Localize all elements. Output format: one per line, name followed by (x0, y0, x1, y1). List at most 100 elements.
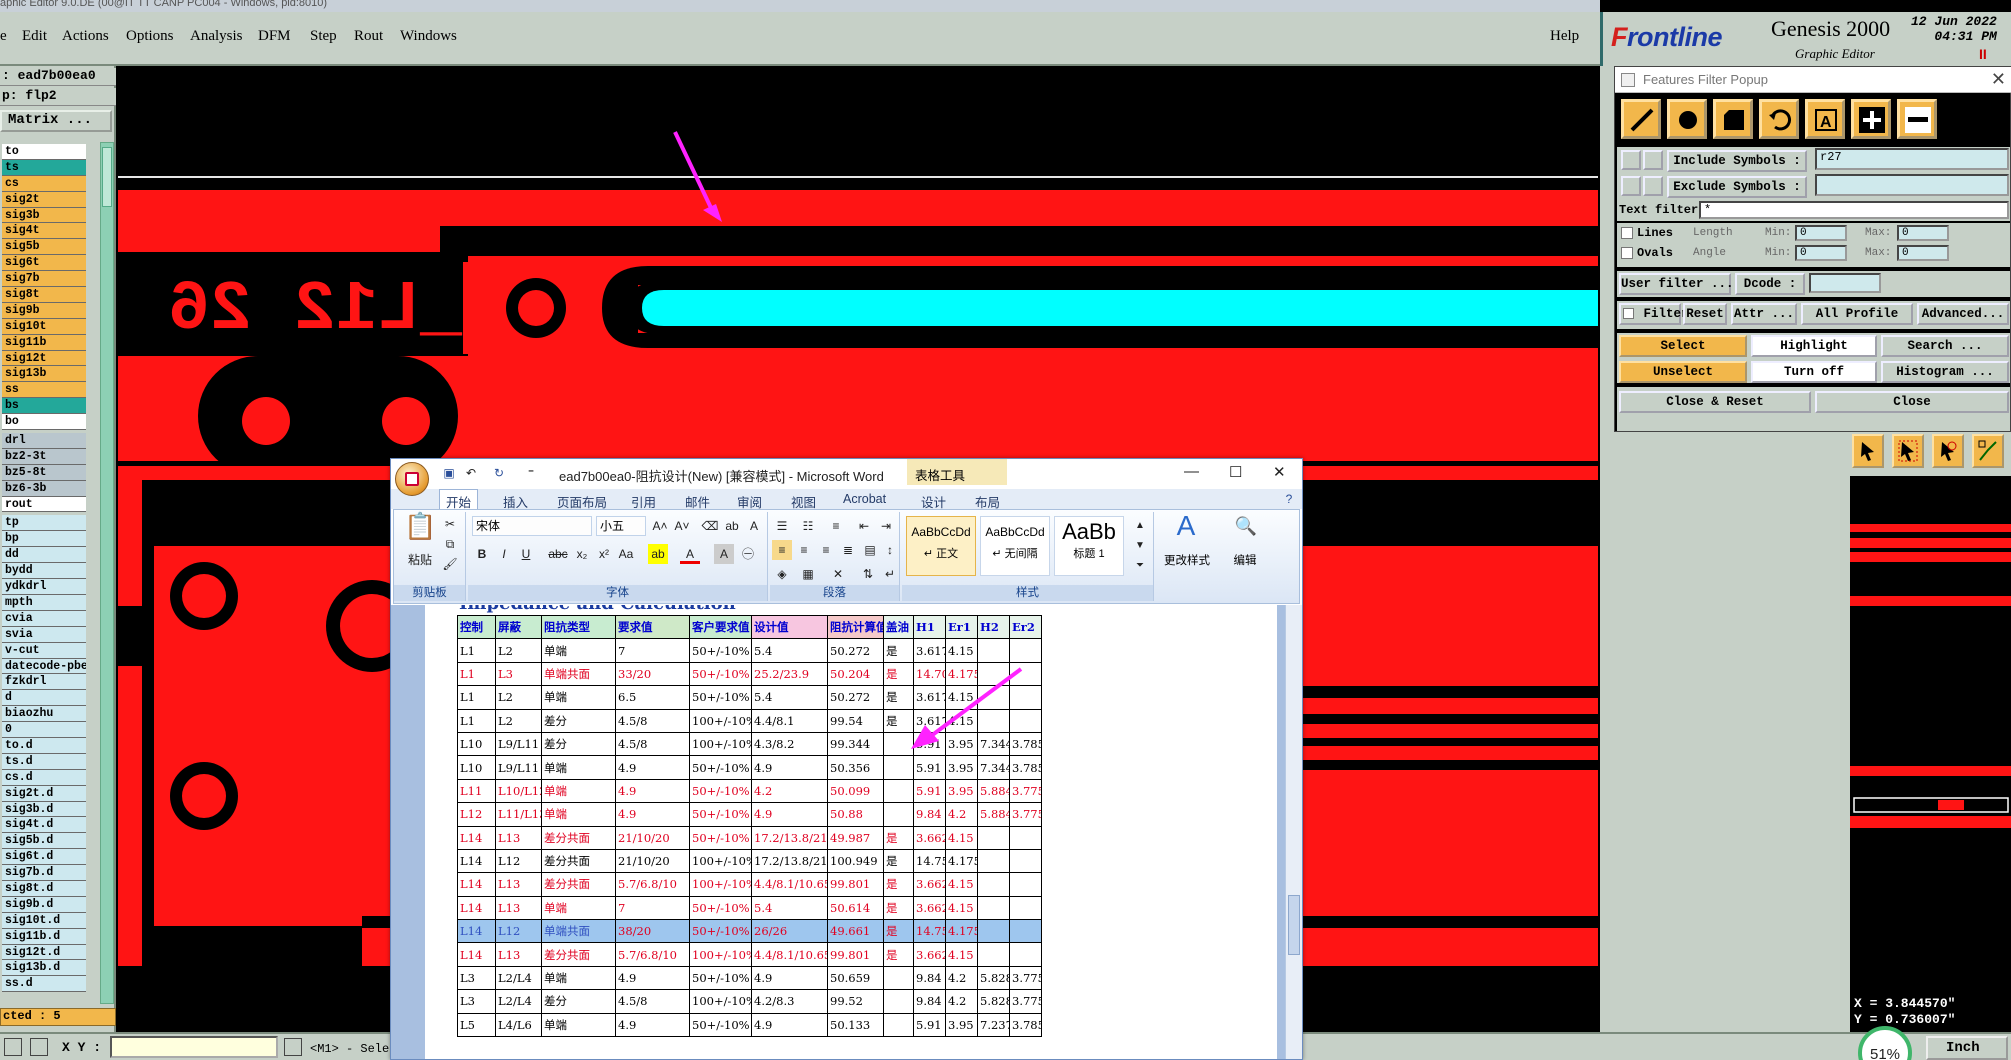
table-cell[interactable]: 50+/-10% (689, 965, 752, 991)
layer-item[interactable]: datecode-pbe (2, 658, 86, 675)
menu-file[interactable]: e (0, 28, 7, 45)
layer-item[interactable]: sig8t (2, 287, 86, 303)
table-cell[interactable]: 50+/-10% (689, 661, 752, 687)
table-cell[interactable] (883, 1012, 914, 1038)
pause-icon[interactable]: II (1979, 46, 1987, 62)
table-cell[interactable] (977, 942, 1010, 967)
table-cell[interactable]: 4.5/8 (615, 731, 690, 757)
table-cell[interactable]: L14 (457, 848, 496, 874)
table-cell[interactable]: L2 (495, 638, 542, 663)
table-row[interactable]: L1L2单端6.550+/-10%5.450.272是3.6174.15 (457, 685, 1042, 710)
table-cell[interactable]: 单端 (541, 802, 616, 827)
table-cell[interactable]: 38/20 (615, 919, 690, 944)
table-cell[interactable]: 3.617 (913, 708, 946, 733)
editing-label[interactable]: 编辑 (1220, 552, 1270, 568)
menu-actions[interactable]: Actions (62, 28, 109, 45)
layer-item[interactable]: bz5-8t (2, 464, 86, 481)
menu-rout[interactable]: Rout (354, 28, 383, 45)
layer-scrollbar[interactable] (100, 142, 114, 1004)
shrink-font-icon[interactable]: A˅ (672, 516, 692, 536)
attr-button[interactable]: Attr ... (1731, 303, 1797, 325)
table-cell[interactable]: L5 (457, 1012, 496, 1038)
table-cell[interactable]: 100+/-10% (689, 731, 752, 757)
table-cell[interactable]: 21/10/20 (615, 825, 690, 850)
layer-item[interactable]: dd (2, 547, 86, 564)
layer-item[interactable]: bo (2, 414, 86, 431)
table-cell[interactable]: L1 (457, 685, 496, 710)
table-cell[interactable]: 100+/-10% (689, 989, 752, 1014)
table-cell[interactable]: 50.356 (827, 755, 884, 780)
line-shape-icon[interactable] (1621, 99, 1661, 139)
menu-help[interactable]: Help (1550, 28, 1579, 45)
table-cell[interactable]: 单端 (541, 778, 616, 804)
layer-item[interactable]: ts.d (2, 753, 86, 770)
table-cell[interactable]: 7.237 (977, 1012, 1010, 1038)
table-cell[interactable]: 4.2 (945, 802, 978, 827)
table-cell[interactable] (977, 661, 1010, 687)
increase-indent-icon[interactable]: ⇥ (876, 516, 896, 536)
table-cell[interactable]: 50.133 (827, 1012, 884, 1038)
table-cell[interactable] (1009, 685, 1042, 710)
table-cell[interactable] (1009, 872, 1042, 897)
turn-off-button[interactable]: Turn off (1751, 361, 1877, 383)
menu-edit[interactable]: Edit (22, 28, 47, 45)
table-cell[interactable]: 3.785 (1009, 755, 1042, 780)
table-cell[interactable]: 5.4 (751, 685, 828, 710)
menu-analysis[interactable]: Analysis (190, 28, 243, 45)
select-button[interactable]: Select (1619, 335, 1747, 357)
table-cell[interactable]: 5.7/6.8/10 (615, 942, 690, 967)
table-row[interactable]: L12L11/L13单端4.950+/-10%4.950.889.844.25.… (457, 802, 1042, 827)
table-cell[interactable]: L12 (495, 848, 542, 874)
paste-label[interactable]: 粘贴 (402, 550, 438, 570)
table-cell[interactable]: 50.659 (827, 965, 884, 991)
layer-item[interactable]: drl (2, 433, 86, 449)
table-cell[interactable]: L2/L4 (495, 965, 542, 991)
layer-item[interactable]: sig9b (2, 302, 86, 319)
table-cell[interactable] (883, 802, 914, 827)
style-heading1[interactable]: AaBb 标题 1 (1054, 516, 1124, 576)
scroll-thumb[interactable] (1288, 895, 1300, 955)
table-cell[interactable]: 14.707 (913, 661, 946, 687)
justify-icon[interactable]: ≣ (838, 540, 858, 560)
lines-checkbox[interactable] (1621, 227, 1633, 239)
table-cell[interactable]: 3.775 (1009, 802, 1042, 827)
table-cell[interactable]: 单端 (541, 1012, 616, 1038)
table-cell[interactable]: 17.2/13.8/21.9 (751, 848, 828, 874)
table-cell[interactable]: 50+/-10% (689, 919, 752, 944)
layer-item[interactable]: sig13b.d (2, 960, 86, 977)
table-cell[interactable] (977, 919, 1010, 944)
styles-scroll-down-icon[interactable]: ▼ (1130, 536, 1150, 556)
table-cell[interactable]: L4/L6 (495, 1012, 542, 1038)
font-color-icon[interactable]: A (680, 544, 700, 564)
table-cell[interactable]: 26/26 (751, 919, 828, 944)
table-cell[interactable]: 9.84 (913, 989, 946, 1014)
table-cell[interactable] (977, 685, 1010, 710)
arrow-alt-icon[interactable] (1643, 150, 1663, 170)
table-cell[interactable] (977, 825, 1010, 850)
pan-tool-icon[interactable] (1932, 434, 1964, 468)
layer-item[interactable]: ss (2, 382, 86, 399)
styles-more-icon[interactable]: ⏷ (1130, 556, 1150, 576)
table-cell[interactable] (1009, 708, 1042, 733)
table-cell[interactable]: L11/L13 (495, 802, 542, 827)
layer-item[interactable]: to.d (2, 737, 86, 754)
table-cell[interactable]: 是 (883, 848, 914, 874)
exclude-symbols-label[interactable]: Exclude Symbols : (1667, 176, 1807, 198)
table-cell[interactable]: 单端 (541, 895, 616, 921)
char-shading-icon[interactable]: A (714, 544, 734, 564)
table-cell[interactable]: 33/20 (615, 661, 690, 687)
numbering-icon[interactable]: ☷ (798, 516, 818, 536)
multilevel-icon[interactable]: ≡ (826, 516, 846, 536)
exclude-symbols-input[interactable] (1815, 174, 2009, 196)
table-cell[interactable]: 是 (883, 872, 914, 897)
table-cell[interactable]: L12 (495, 919, 542, 944)
layer-item[interactable]: mpth (2, 594, 86, 611)
table-cell[interactable]: 50+/-10% (689, 755, 752, 780)
table-cell[interactable]: 6.5 (615, 685, 690, 710)
table-cell[interactable]: L1 (457, 638, 496, 663)
minimize-icon[interactable]: — (1184, 463, 1199, 480)
positive-polarity-icon[interactable] (1851, 99, 1891, 139)
table-cell[interactable]: 100+/-10% (689, 942, 752, 967)
format-painter-icon[interactable]: 🖌 (440, 554, 460, 574)
layer-item[interactable]: sig11b (2, 334, 86, 351)
